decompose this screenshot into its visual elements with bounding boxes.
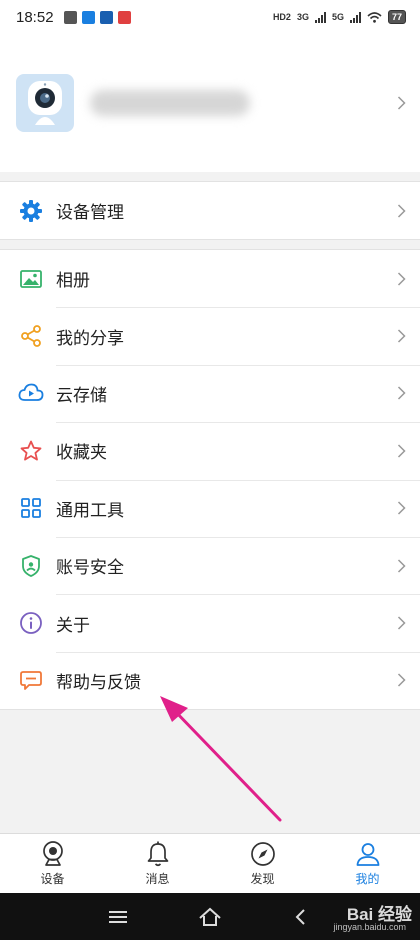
menu-section: 相册 我的分享 云存储 收藏夹 通用工具 账号安全 关于 帮助与反馈: [0, 249, 420, 711]
signal-icon-2: [349, 11, 361, 23]
network-5g-label: 5G: [331, 12, 344, 22]
menu-item-cloud-storage[interactable]: 云存储: [0, 364, 420, 422]
menu-item-about[interactable]: 关于: [0, 594, 420, 651]
menu-item-label: 账号安全: [56, 558, 124, 578]
hd-indicator: HD2: [272, 12, 291, 22]
chevron-right-icon: [397, 96, 406, 110]
chevron-right-icon: [397, 272, 406, 286]
compass-icon: [250, 841, 276, 867]
watermark-url: jingyan.baidu.com: [333, 922, 406, 932]
user-name-blurred: [90, 90, 250, 116]
grid-icon: [18, 495, 44, 521]
menu-item-label: 收藏夹: [56, 443, 107, 463]
menu-item-label: 帮助与反馈: [56, 672, 141, 692]
menu-item-account-security[interactable]: 账号安全: [0, 536, 420, 594]
chevron-right-icon: [397, 673, 406, 687]
alipay-notification-icon: [81, 10, 95, 24]
bottom-tab-bar: 设备 消息 发现 我的: [0, 833, 420, 893]
profile-header[interactable]: [0, 34, 420, 172]
battery-indicator: 77: [387, 10, 406, 24]
status-bar: 18:52 HD2 3G 5G 77: [0, 0, 420, 34]
tab-mine[interactable]: 我的: [315, 834, 420, 893]
gallery-notification-icon: [63, 10, 77, 24]
tab-discover[interactable]: 发现: [210, 834, 315, 893]
tab-device[interactable]: 设备: [0, 834, 105, 893]
gear-icon: [18, 198, 44, 224]
camera-avatar-icon: [16, 74, 74, 132]
feedback-icon: [18, 667, 44, 693]
chevron-right-icon: [397, 444, 406, 458]
user-icon: [355, 841, 381, 867]
tab-label: 消息: [145, 871, 170, 886]
chevron-right-icon: [397, 501, 406, 515]
device-section: 设备管理: [0, 181, 420, 241]
back-icon[interactable]: [292, 907, 312, 927]
status-time: 18:52: [16, 8, 54, 26]
wifi-icon: [367, 11, 382, 23]
tab-label: 设备: [40, 871, 65, 886]
home-icon[interactable]: [198, 907, 222, 927]
status-indicators: HD2 3G 5G 77: [273, 10, 406, 24]
menu-item-favorites[interactable]: 收藏夹: [0, 422, 420, 479]
menu-item-help-feedback[interactable]: 帮助与反馈: [0, 651, 420, 709]
menu-item-label: 相册: [56, 271, 90, 291]
star-icon: [18, 438, 44, 464]
menu-item-label: 通用工具: [56, 500, 124, 520]
camera-icon: [40, 840, 66, 867]
menu-item-label: 我的分享: [56, 328, 124, 348]
chevron-right-icon: [397, 616, 406, 630]
menu-icon[interactable]: [108, 909, 128, 925]
tab-messages[interactable]: 消息: [105, 834, 210, 893]
menu-item-tools[interactable]: 通用工具: [0, 479, 420, 537]
chevron-right-icon: [397, 559, 406, 573]
share-icon: [18, 323, 44, 349]
app-notification-icon: [99, 10, 113, 24]
menu-item-my-share[interactable]: 我的分享: [0, 307, 420, 364]
chevron-right-icon: [397, 329, 406, 343]
menu-item-label: 关于: [56, 615, 90, 635]
chevron-right-icon: [397, 386, 406, 400]
cloud-icon: [18, 380, 44, 406]
signal-icon: [314, 11, 326, 23]
menu-item-device-management[interactable]: 设备管理: [0, 182, 420, 239]
tab-label: 发现: [250, 871, 275, 886]
menu-item-label: 云存储: [56, 385, 107, 405]
image-icon: [18, 266, 44, 292]
chevron-right-icon: [397, 204, 406, 218]
menu-item-label: 设备管理: [56, 203, 124, 223]
bell-icon: [145, 841, 171, 867]
info-icon: [18, 610, 44, 636]
shield-icon: [18, 553, 44, 579]
network-3g-label: 3G: [296, 12, 309, 22]
menu-item-album[interactable]: 相册: [0, 250, 420, 307]
tab-label: 我的: [355, 871, 380, 886]
news-notification-icon: [117, 10, 131, 24]
